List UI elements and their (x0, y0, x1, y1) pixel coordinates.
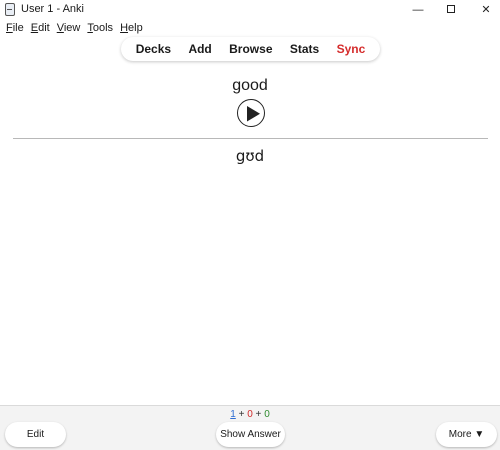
edit-button[interactable]: Edit (5, 422, 66, 447)
more-button[interactable]: More ▼ (436, 422, 497, 447)
answer-divider (13, 138, 488, 139)
menu-file[interactable]: File (6, 22, 24, 34)
toolbar-decks-link[interactable]: Decks (136, 42, 171, 56)
window-title: User 1 - Anki (21, 3, 84, 15)
maximize-icon (447, 5, 455, 14)
minimize-button[interactable]: — (403, 0, 433, 20)
bottom-bar: 1 + 0 + 0 Edit Show Answer More ▼ (0, 405, 500, 450)
audio-replay-button[interactable] (237, 99, 265, 127)
main-toolbar: Decks Add Browse Stats Sync (121, 37, 380, 61)
maximize-button[interactable] (436, 0, 466, 20)
due-counts: 1 + 0 + 0 (230, 409, 270, 420)
review-count: 0 (264, 409, 270, 420)
anki-app-icon (5, 3, 15, 16)
menu-help[interactable]: Help (120, 22, 143, 34)
toolbar-browse-link[interactable]: Browse (229, 42, 272, 56)
card-back-text: gʊd (235, 147, 265, 165)
menu-view[interactable]: View (57, 22, 81, 34)
show-answer-button[interactable]: Show Answer (216, 422, 285, 447)
play-icon (247, 106, 260, 122)
close-button[interactable]: ✕ (471, 0, 500, 20)
card-front-text: good (232, 77, 268, 94)
toolbar-add-link[interactable]: Add (188, 42, 211, 56)
menu-tools[interactable]: Tools (87, 22, 113, 34)
title-bar: User 1 - Anki — ✕ (0, 0, 500, 20)
menu-bar: File Edit View Tools Help (0, 20, 500, 36)
toolbar-stats-link[interactable]: Stats (290, 42, 319, 56)
toolbar-sync-link[interactable]: Sync (337, 42, 366, 56)
menu-edit[interactable]: Edit (31, 22, 50, 34)
